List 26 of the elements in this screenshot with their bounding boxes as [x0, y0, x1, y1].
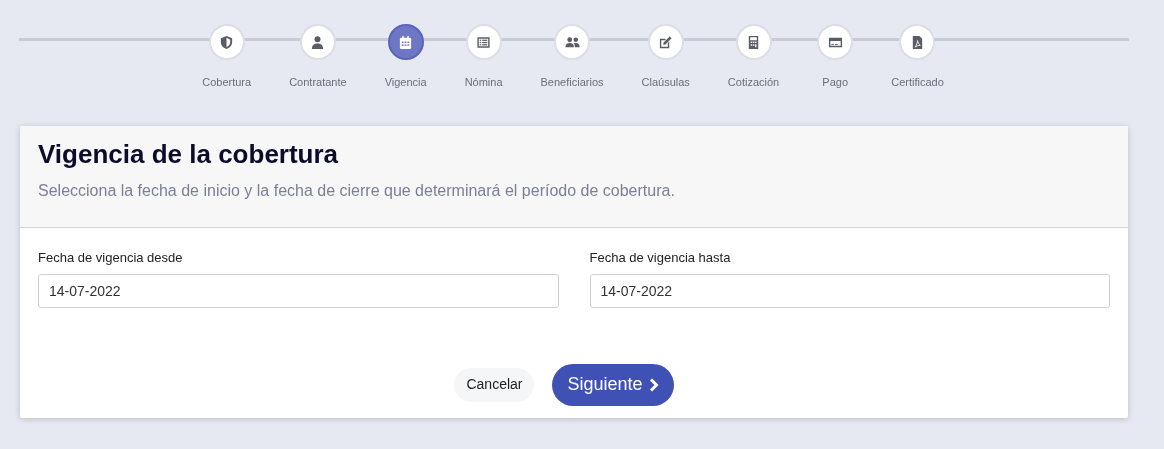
step-label: Certificado	[891, 75, 944, 90]
step-label: Beneficiarios	[540, 75, 604, 90]
calculator-icon	[746, 34, 761, 50]
step-label: Contratante	[289, 75, 347, 90]
people-icon	[564, 34, 580, 50]
step-label: Nómina	[464, 75, 503, 90]
date-field[interactable]: 14-07-2022	[38, 273, 559, 308]
field-label: Fecha de vigencia hasta	[589, 249, 732, 267]
chevron-right-icon	[648, 377, 659, 392]
step-label: Pago	[822, 75, 849, 90]
field-label: Fecha de vigencia desde	[38, 249, 184, 267]
step-label: Cobertura	[202, 75, 252, 90]
next-button[interactable]: Siguiente	[552, 363, 674, 406]
cancel-button[interactable]: Cancelar	[454, 367, 535, 402]
person-icon	[310, 34, 326, 50]
step-label: Claúsulas	[641, 75, 690, 90]
step-label: Cotización	[727, 75, 780, 90]
calendar-icon	[398, 34, 414, 50]
step-button[interactable]	[387, 24, 424, 60]
list-icon	[476, 34, 492, 50]
shield-icon	[219, 34, 235, 50]
edit-icon	[658, 34, 674, 50]
date-field[interactable]: 14-07-2022	[589, 273, 1110, 308]
card-title: Vigencia de la cobertura	[38, 138, 340, 170]
card-subtitle: Selecciona la fecha de inicio y la fecha de cierre que determinará el período de cobertura.	[38, 181, 676, 201]
step-label: Vigencia	[384, 75, 427, 90]
